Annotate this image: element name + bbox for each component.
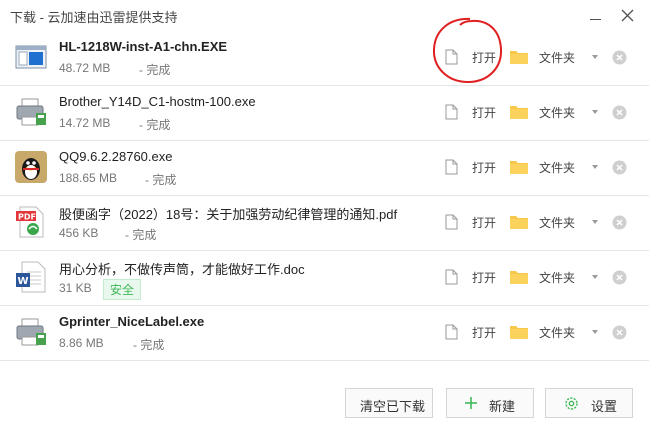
plus-icon: [465, 397, 477, 409]
file-open-icon[interactable]: [445, 49, 458, 65]
open-button[interactable]: 打开: [472, 104, 496, 121]
open-button[interactable]: 打开: [472, 214, 496, 231]
open-folder-button[interactable]: 文件夹: [539, 104, 575, 121]
folder-icon[interactable]: [510, 215, 528, 229]
file-size: 456 KB: [59, 226, 99, 240]
safe-badge: 安全: [103, 279, 142, 300]
file-name: HL-1218W-inst-A1-chn.EXE: [59, 39, 228, 54]
word-doc-icon: W: [16, 261, 46, 293]
remove-icon[interactable]: [612, 160, 627, 175]
folder-icon[interactable]: [510, 160, 528, 174]
file-open-icon[interactable]: [445, 214, 458, 230]
file-name: QQ9.6.2.28760.exe: [59, 149, 173, 164]
chevron-down-icon[interactable]: [592, 165, 598, 169]
file-open-icon[interactable]: [445, 269, 458, 285]
download-item[interactable]: Gprinter_NiceLabel.exe 8.86 MB - 完成 打开 文…: [0, 305, 649, 361]
file-size: 48.72 MB: [59, 61, 111, 75]
file-open-icon[interactable]: [445, 104, 458, 120]
chevron-down-icon[interactable]: [592, 220, 598, 224]
download-item[interactable]: HL-1218W-inst-A1-chn.EXE 48.72 MB - 完成 打…: [0, 30, 649, 86]
settings-button[interactable]: 设置: [545, 388, 633, 418]
open-folder-button[interactable]: 文件夹: [539, 324, 575, 341]
file-size: 188.65 MB: [59, 171, 118, 185]
file-open-icon[interactable]: [445, 324, 458, 340]
minimize-icon[interactable]: [589, 6, 603, 24]
remove-icon[interactable]: [612, 215, 627, 230]
open-folder-button[interactable]: 文件夹: [539, 49, 575, 66]
remove-icon[interactable]: [612, 105, 627, 120]
chevron-down-icon[interactable]: [592, 55, 598, 59]
download-item[interactable]: PDF 股便函字（2022）18号：关于加强劳动纪律管理的通知.pdf 456 …: [0, 195, 649, 251]
settings-label: 设置: [591, 399, 618, 414]
chevron-down-icon[interactable]: [592, 275, 598, 279]
open-button[interactable]: 打开: [472, 159, 496, 176]
file-name: 股便函字（2022）18号：关于加强劳动纪律管理的通知.pdf: [59, 207, 398, 222]
qq-penguin-icon: [15, 151, 47, 183]
download-status: - 完成: [125, 228, 157, 242]
folder-icon[interactable]: [510, 105, 528, 119]
footer-toolbar: 清空已下载 新建 设置: [0, 388, 649, 423]
close-icon[interactable]: [620, 6, 636, 24]
chevron-down-icon[interactable]: [592, 110, 598, 114]
gear-icon: [565, 397, 578, 410]
download-status: - 完成: [133, 338, 165, 352]
download-item[interactable]: W 用心分析，不做传声筒，才能做好工作.doc 31 KB 安全 打开 文件夹: [0, 250, 649, 306]
remove-icon[interactable]: [612, 325, 627, 340]
file-open-icon[interactable]: [445, 159, 458, 175]
folder-icon[interactable]: [510, 50, 528, 64]
open-folder-button[interactable]: 文件夹: [539, 269, 575, 286]
window-title: 下载 - 云加速由迅雷提供支持: [10, 10, 178, 25]
new-download-button[interactable]: 新建: [446, 388, 534, 418]
file-size: 14.72 MB: [59, 116, 111, 130]
download-status: - 完成: [139, 118, 171, 132]
open-button[interactable]: 打开: [472, 269, 496, 286]
open-button[interactable]: 打开: [472, 324, 496, 341]
chevron-down-icon[interactable]: [592, 330, 598, 334]
file-size: 8.86 MB: [59, 336, 104, 350]
remove-icon[interactable]: [612, 270, 627, 285]
open-button[interactable]: 打开: [472, 49, 496, 66]
pdf-file-icon: PDF: [16, 206, 44, 238]
file-name: Gprinter_NiceLabel.exe: [59, 314, 205, 329]
file-name: Brother_Y14D_C1-hostm-100.exe: [59, 94, 256, 109]
folder-icon[interactable]: [510, 270, 528, 284]
svg-text:PDF: PDF: [18, 213, 36, 222]
download-item[interactable]: Brother_Y14D_C1-hostm-100.exe 14.72 MB -…: [0, 85, 649, 141]
installer-window-icon: [15, 45, 47, 69]
download-status: - 完成: [139, 63, 171, 77]
download-item[interactable]: QQ9.6.2.28760.exe 188.65 MB - 完成 打开 文件夹: [0, 140, 649, 196]
printer-setup-icon: [16, 318, 46, 346]
new-download-label: 新建: [489, 399, 516, 414]
clear-downloads-label: 清空已下载: [360, 399, 426, 414]
title-bar: 下载 - 云加速由迅雷提供支持: [0, 0, 649, 30]
svg-text:W: W: [18, 276, 29, 287]
file-name: 用心分析，不做传声筒，才能做好工作.doc: [59, 262, 305, 277]
folder-icon[interactable]: [510, 325, 528, 339]
printer-setup-icon: [16, 98, 46, 126]
clear-downloads-button[interactable]: 清空已下载: [345, 388, 433, 418]
remove-icon[interactable]: [612, 50, 627, 65]
download-status: - 完成: [145, 173, 177, 187]
open-folder-button[interactable]: 文件夹: [539, 159, 575, 176]
open-folder-button[interactable]: 文件夹: [539, 214, 575, 231]
file-size: 31 KB: [59, 281, 92, 295]
